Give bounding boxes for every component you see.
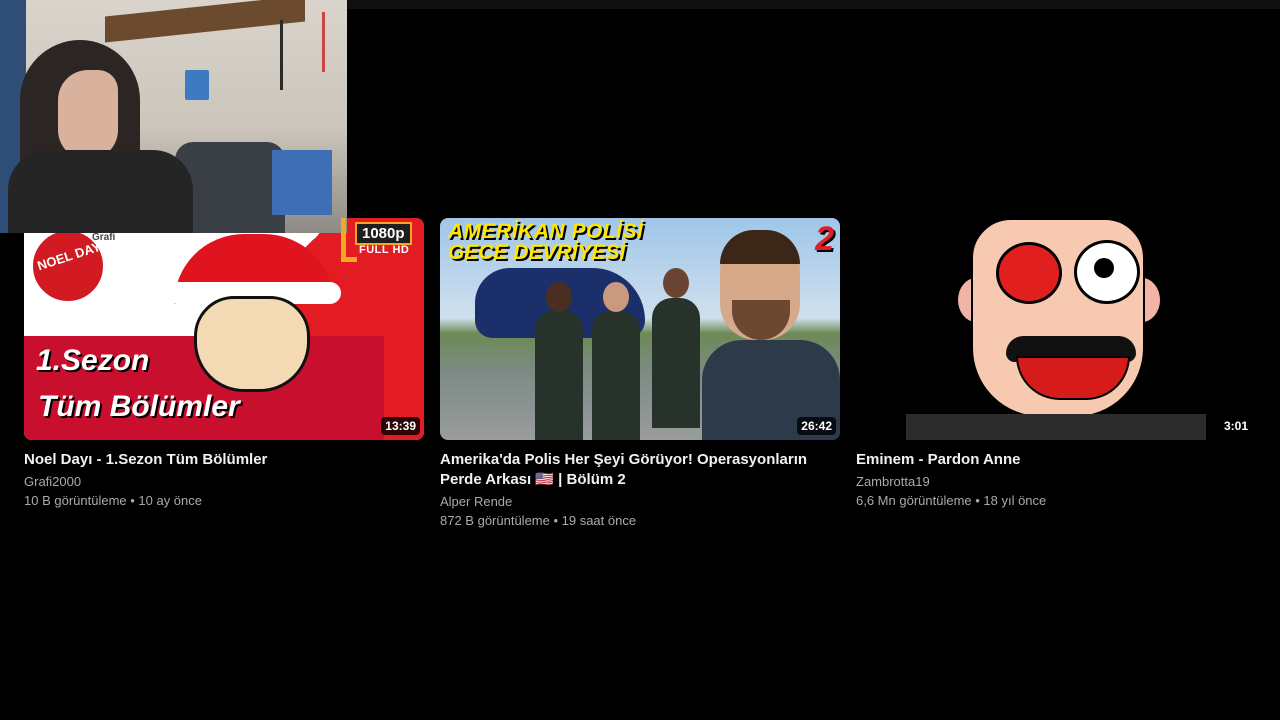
officer-head bbox=[603, 282, 629, 312]
police-officer bbox=[535, 310, 583, 440]
video-card[interactable]: 3:01 Eminem - Pardon Anne Zambrotta19 6,… bbox=[856, 218, 1256, 510]
shelf bbox=[105, 0, 305, 43]
resolution-label: 1080p bbox=[355, 222, 412, 245]
video-meta: 6,6 Mn görüntüleme • 18 yıl önce bbox=[856, 493, 1047, 508]
cartoon-head bbox=[194, 296, 310, 392]
brand-watermark: Grafi bbox=[92, 232, 116, 243]
duration-badge: 26:42 bbox=[797, 417, 836, 435]
presenter bbox=[702, 230, 840, 440]
shelf-jar bbox=[185, 70, 209, 100]
video-title[interactable]: Amerika'da Polis Her Şeyi Görüyor! Opera… bbox=[440, 450, 840, 490]
letterbox-bar bbox=[906, 414, 1206, 440]
duration-badge: 3:01 bbox=[1219, 417, 1252, 435]
channel-name[interactable]: Grafi2000 bbox=[24, 472, 424, 491]
video-thumbnail[interactable]: 3:01 bbox=[856, 218, 1256, 440]
cable bbox=[280, 20, 283, 90]
officer-head bbox=[663, 268, 689, 298]
episode-number: 2 bbox=[815, 220, 834, 258]
channel-name[interactable]: Zambrotta19 bbox=[856, 472, 1256, 491]
officer-head bbox=[546, 282, 572, 312]
video-meta: 872 B görüntüleme • 19 saat önce bbox=[440, 513, 637, 528]
video-meta: 10 B görüntüleme • 10 ay önce bbox=[24, 493, 203, 508]
thumb-text-line1: 1.Sezon bbox=[36, 344, 150, 377]
streamer-face bbox=[58, 70, 118, 160]
storage-bins bbox=[272, 150, 332, 215]
video-thumbnail[interactable]: AMERİKAN POLİSİ GECE DEVRİYESİ 2 26:42 bbox=[440, 218, 840, 440]
video-title[interactable]: Eminem - Pardon Anne bbox=[856, 450, 1256, 470]
webcam-overlay bbox=[0, 0, 347, 233]
video-card[interactable]: AMERİKAN POLİSİ GECE DEVRİYESİ 2 26:42 A… bbox=[440, 218, 840, 530]
thumb-text-line2: GECE DEVRİYESİ bbox=[448, 241, 626, 264]
duration-badge: 13:39 bbox=[381, 417, 420, 435]
police-officer bbox=[592, 310, 640, 440]
cartoon-eye-red bbox=[996, 242, 1062, 304]
presenter-hair bbox=[720, 230, 800, 264]
police-officer bbox=[652, 298, 700, 428]
full-hd-label: FULL HD bbox=[359, 244, 410, 256]
channel-name[interactable]: Alper Rende bbox=[440, 492, 840, 511]
streamer-shirt bbox=[8, 150, 193, 233]
tool bbox=[322, 12, 325, 72]
video-title[interactable]: Noel Dayı - 1.Sezon Tüm Bölümler bbox=[24, 450, 424, 470]
thumb-text-line2: Tüm Bölümler bbox=[38, 390, 240, 423]
cartoon-pupil bbox=[1094, 258, 1114, 278]
full-hd-badge: 1080p FULL HD bbox=[341, 218, 425, 262]
